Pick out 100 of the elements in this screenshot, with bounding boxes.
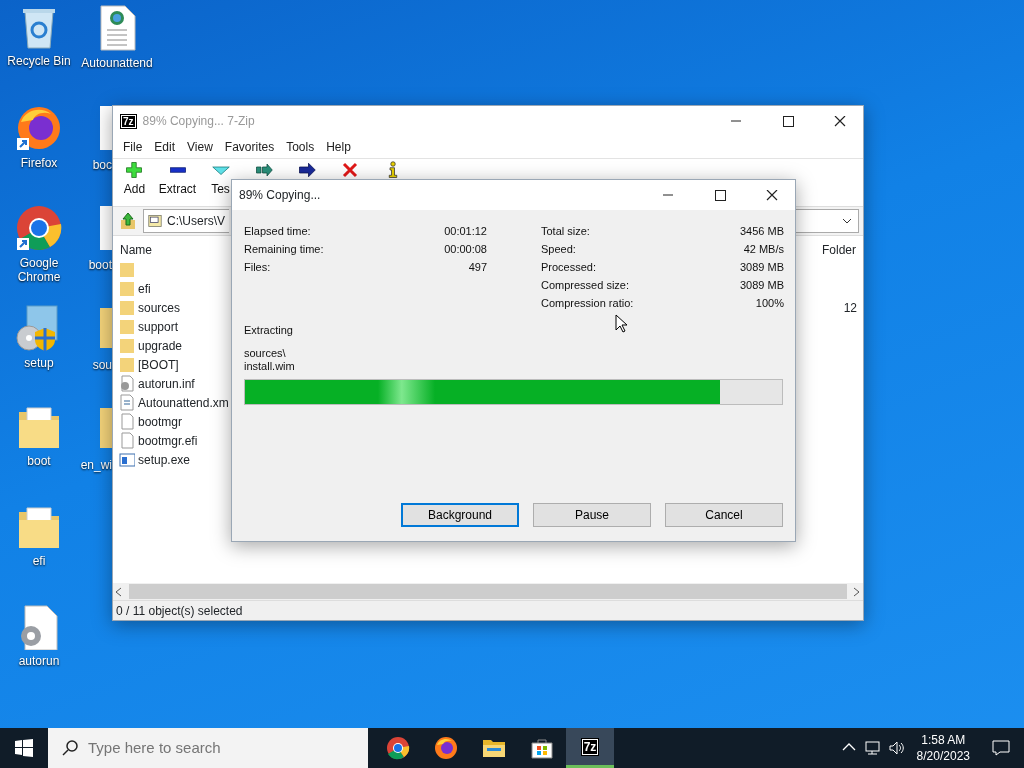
icon-label[interactable]: Autounattend [81, 56, 153, 70]
menu-item[interactable]: Help [320, 138, 357, 156]
file-icon [119, 432, 135, 449]
icon-label[interactable]: autorun [18, 654, 60, 668]
menu-item[interactable]: Favorites [218, 138, 281, 156]
file-name[interactable]: [BOOT] [138, 355, 179, 374]
file-name[interactable]: sources [138, 298, 181, 317]
dialog-button[interactable]: Cancel [665, 503, 783, 527]
maximize-icon [714, 189, 726, 201]
web-document-icon [119, 394, 135, 411]
file-name[interactable]: bootmgr [138, 412, 183, 431]
notification-icon [992, 740, 1010, 756]
program-icon [119, 451, 135, 468]
file-name[interactable]: autorun.inf [138, 374, 195, 393]
window-title: 89% Copying... 7-Zip [142, 113, 255, 130]
test-button[interactable]: Tes [210, 161, 231, 198]
file-name[interactable]: upgrade [138, 336, 183, 355]
stat-value: 3456 MB [739, 223, 784, 239]
icon-label[interactable]: efi [32, 554, 46, 568]
scrollbar-thumb[interactable] [129, 584, 847, 599]
chrome-icon [386, 736, 410, 760]
mouse-cursor-icon [615, 314, 627, 333]
stat-label: Compression ratio: [541, 295, 634, 311]
network-icon [864, 740, 881, 756]
plus-icon [124, 161, 145, 179]
stat-label: Remaining time: [244, 241, 324, 257]
folder-icon [17, 504, 61, 550]
column-header[interactable]: Name [120, 241, 152, 259]
file-name[interactable]: setup.exe [138, 450, 191, 469]
stat-label: Files: [244, 259, 271, 275]
stat-label: Total size: [541, 223, 590, 239]
close-icon [834, 115, 846, 127]
icon-label[interactable]: boc [92, 156, 112, 174]
folder-icon [119, 318, 135, 335]
stat-value: 100% [755, 295, 784, 311]
icon-label[interactable]: Recycle Bin [7, 54, 71, 68]
web-document-icon [97, 4, 137, 52]
copy-button[interactable] [253, 161, 274, 179]
folder-icon [119, 299, 135, 316]
address-field[interactable]: C:\Users\V [143, 209, 229, 233]
arrow-icon [296, 161, 317, 179]
column-header[interactable]: Folder [822, 241, 856, 259]
stat-value: 3089 MB [739, 277, 784, 293]
stat-value: 00:01:12 [444, 223, 487, 239]
icon-label[interactable]: boot [27, 454, 51, 468]
icon-label[interactable]: en_wi [80, 456, 112, 474]
add-button[interactable]: Add [123, 161, 146, 198]
move-button[interactable] [296, 161, 317, 179]
file-icon [119, 413, 135, 430]
menu-item[interactable]: File [117, 138, 149, 156]
dialog-button[interactable]: Background [401, 503, 519, 527]
folder-icon [119, 337, 135, 354]
icon-label[interactable]: sou [92, 356, 112, 374]
menu-item[interactable]: Edit [148, 138, 182, 156]
stat-value: 42 MB/s [743, 241, 784, 257]
search-field[interactable]: Type here to search [48, 728, 368, 768]
file-name[interactable]: support [138, 317, 179, 336]
close-icon [766, 189, 778, 201]
stat-value: 3089 MB [739, 259, 784, 275]
dialog-button[interactable]: Pause [533, 503, 651, 527]
folder-icon [119, 280, 135, 297]
clock-time[interactable]: 1:58 AM [916, 732, 970, 748]
stat-label: Elapsed time: [244, 223, 311, 239]
menu-item[interactable]: View [181, 138, 219, 156]
folder-count: 12 [843, 299, 857, 317]
file-name[interactable]: bootmgr.efi [138, 431, 198, 450]
status-text: 0 / 11 object(s) selected [113, 600, 863, 620]
folder-up-icon [119, 212, 137, 230]
folder-icon [17, 404, 61, 450]
disc-image-icon [148, 213, 162, 229]
firefox-icon [434, 736, 458, 760]
caret-icon [842, 218, 852, 224]
operation-label: Extracting [244, 323, 293, 338]
icon-label[interactable]: Firefox [20, 156, 58, 170]
volume-icon [888, 740, 905, 756]
clock-date[interactable]: 8/20/2023 [916, 748, 970, 764]
extract-button[interactable]: Extract [158, 161, 197, 198]
icon-label[interactable]: boot [88, 256, 112, 274]
dialog-title: 89% Copying... [239, 187, 321, 204]
stat-value: 497 [468, 259, 487, 275]
folder-icon [119, 261, 135, 278]
app-logo: 7z [120, 113, 137, 129]
stat-label: Speed: [541, 241, 576, 257]
folder-icon [119, 356, 135, 373]
menu-item[interactable]: Tools [280, 138, 321, 156]
firefox-icon [15, 104, 63, 152]
file-name[interactable]: Autounattend.xm [138, 393, 229, 412]
file-path: install.wim [244, 359, 296, 373]
icon-label[interactable]: setup [24, 356, 54, 370]
stat-label: Compressed size: [541, 277, 630, 293]
stat-value: 00:00:08 [444, 241, 487, 257]
chrome-icon [15, 204, 63, 252]
windows-logo-icon [15, 739, 33, 757]
taskbar-app[interactable]: 7z [566, 728, 614, 768]
file-path: sources\ [244, 346, 287, 360]
search-icon [62, 740, 78, 756]
file-name[interactable]: efi [138, 279, 151, 298]
icon-label[interactable]: Google Chrome [0, 256, 78, 284]
shopping-bag-icon [530, 736, 554, 760]
maximize-icon [782, 115, 794, 127]
